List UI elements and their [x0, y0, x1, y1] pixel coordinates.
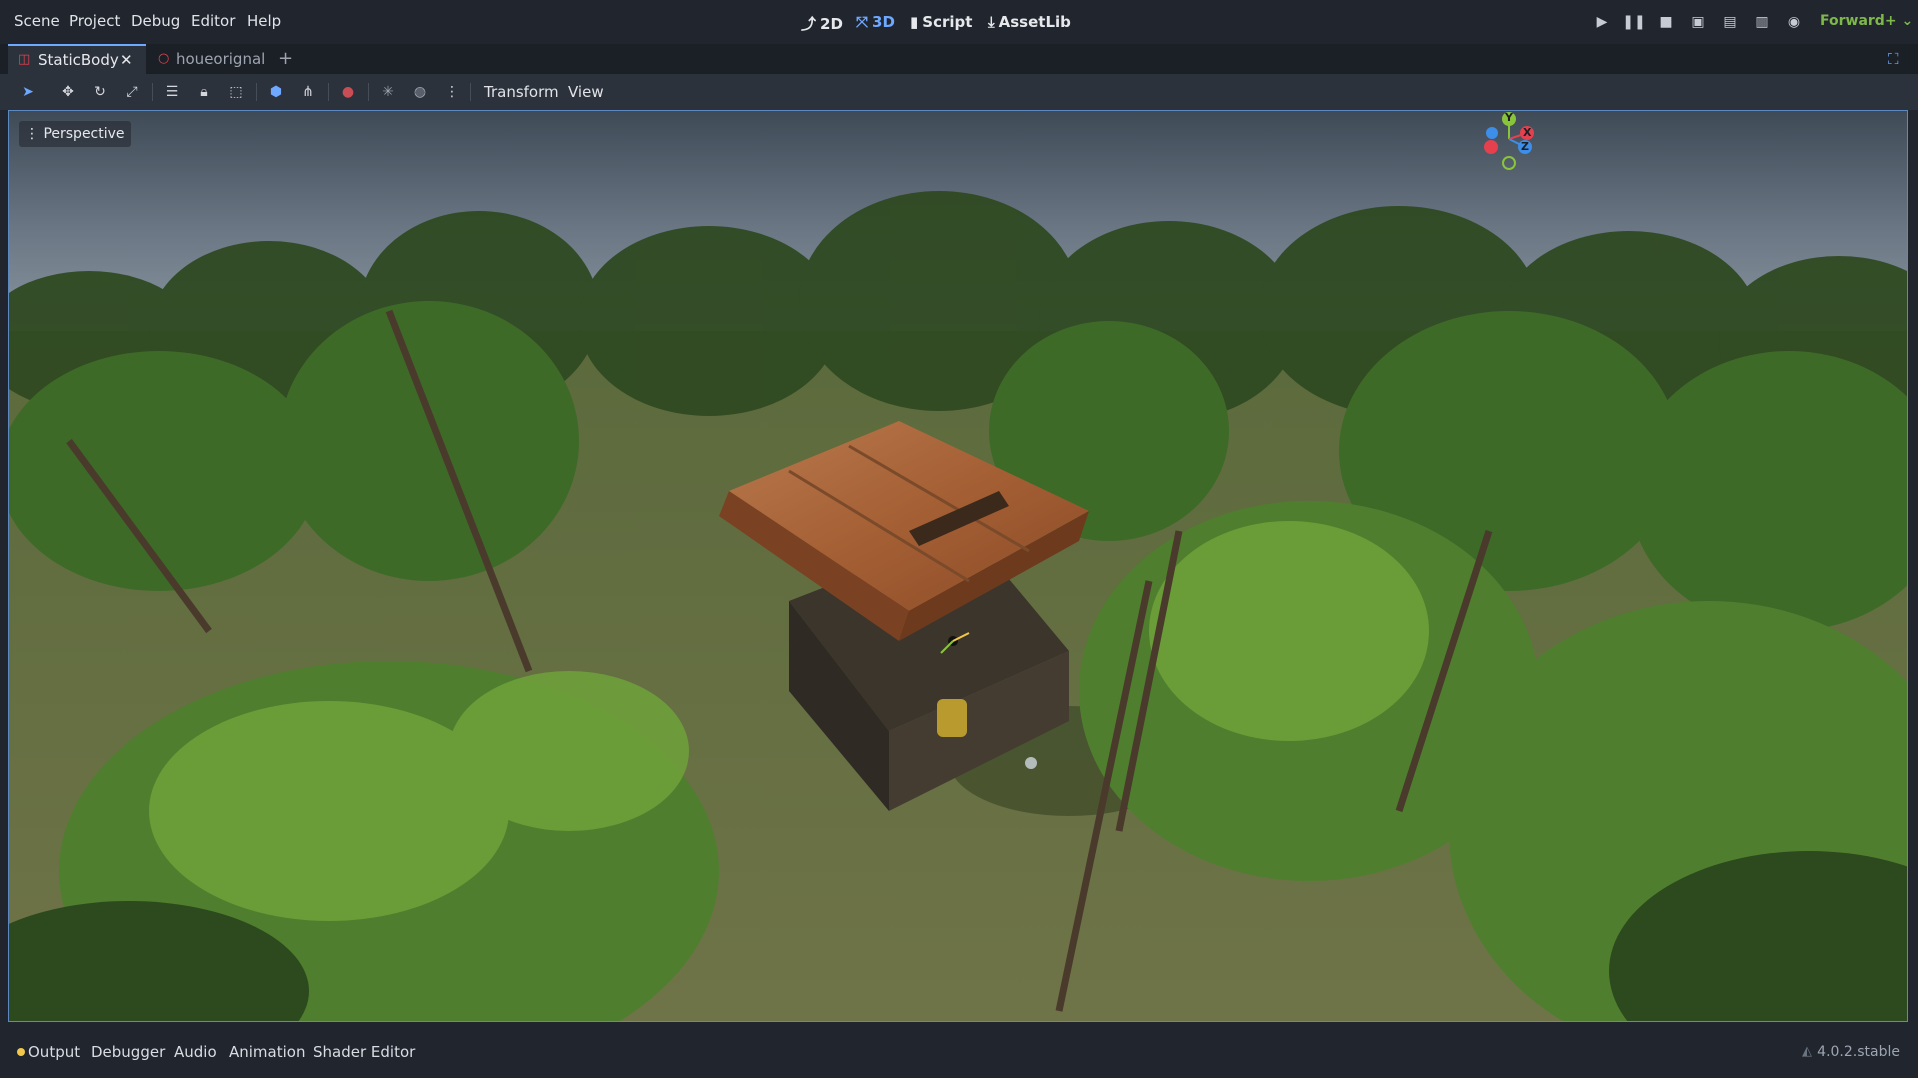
bottom-tab-shader-editor[interactable]: Shader Editor [313, 1043, 415, 1061]
distraction-free-icon[interactable]: ⛶ [1888, 50, 1899, 68]
workspace-assetlib-button[interactable]: ⤓ AssetLib [988, 13, 1071, 31]
transform-menu[interactable]: Transform [484, 83, 559, 101]
move-mode-icon[interactable]: ✥ [56, 80, 80, 104]
tab-houeorignal[interactable]: ○ houeorignal [152, 44, 270, 74]
scene-tab-bar: ◫ StaticBody ✕ ○ houeorignal + ⛶ [0, 44, 1918, 74]
play-scene-icon[interactable]: ▤ [1718, 10, 1742, 34]
bottom-tab-debugger[interactable]: Debugger [91, 1043, 165, 1061]
snap-icon[interactable]: ⋔ [296, 80, 320, 104]
renderer-selector[interactable]: Forward+ ⌄ [1820, 13, 1913, 29]
view-menu[interactable]: View [568, 83, 604, 101]
barrel-model [937, 699, 967, 737]
menu-debug[interactable]: Debug [131, 12, 180, 30]
perspective-menu-button[interactable]: ⋮ Perspective [19, 121, 131, 147]
menu-project[interactable]: Project [69, 12, 120, 30]
rotate-mode-icon[interactable]: ↻ [88, 80, 112, 104]
warning-dot-icon [17, 1048, 25, 1056]
workspace-2d-button[interactable]: ⤴ 2D [801, 13, 843, 34]
chevron-down-icon: ⌄ [1901, 13, 1914, 29]
play-custom-scene-icon[interactable]: ▥ [1750, 10, 1774, 34]
script-icon: ▮ [910, 13, 919, 31]
sun-preview-icon[interactable]: ✳ [376, 80, 400, 104]
menu-help[interactable]: Help [247, 12, 281, 30]
gizmo-label-y: Y [1505, 111, 1513, 124]
close-icon[interactable]: ✕ [120, 46, 133, 74]
version-label: 4.0.2.stable [1817, 1044, 1900, 1060]
more-options-icon: ⋮ [25, 126, 44, 142]
bottom-panel-bar: Output Debugger Audio Animation Shader E… [0, 1030, 1918, 1078]
update-spinner-icon[interactable]: ◭ [1802, 1044, 1812, 1059]
bottom-tab-animation[interactable]: Animation [229, 1043, 305, 1061]
workspace-script-button[interactable]: ▮ Script [910, 13, 972, 31]
3d-icon: ⤧ [856, 13, 869, 31]
select-mode-icon[interactable]: ➤ [16, 80, 40, 104]
assetlib-icon: ⤓ [988, 13, 995, 31]
list-select-icon[interactable]: ☰ [160, 80, 184, 104]
tab-staticbody[interactable]: ◫ StaticBody ✕ [8, 44, 146, 74]
2d-icon: ⤴ [801, 15, 817, 33]
workspace-3d-button[interactable]: ⤧ 3D [856, 13, 895, 31]
environment-preview-icon[interactable]: ◍ [408, 80, 432, 104]
gizmo-label-x: X [1523, 126, 1532, 139]
menu-bar: Scene Project Debug Editor Help ⤴ 2D ⤧ 3D … [0, 0, 1918, 44]
group-icon[interactable]: ⬚ [224, 80, 248, 104]
menu-scene[interactable]: Scene [14, 12, 60, 30]
toolbar-divider [152, 83, 153, 101]
menu-editor[interactable]: Editor [191, 12, 235, 30]
node3d-icon: ○ [158, 51, 170, 66]
more-options-icon[interactable]: ⋮ [440, 80, 464, 104]
lock-icon[interactable]: 🔒︎ [192, 80, 216, 104]
pause-icon[interactable]: ❚❚ [1622, 10, 1646, 34]
3d-viewport[interactable]: ⋮ Perspective Y X Z [8, 110, 1908, 1022]
bottom-tab-audio[interactable]: Audio [174, 1043, 217, 1061]
local-space-icon[interactable]: ⬢ [264, 80, 288, 104]
stop-icon[interactable]: ■ [1654, 10, 1678, 34]
scale-mode-icon[interactable]: ⤢ [120, 80, 144, 104]
remote-debug-icon[interactable]: ▣ [1686, 10, 1710, 34]
bottom-tab-output[interactable]: Output [17, 1043, 80, 1061]
play-icon[interactable]: ▶ [1590, 10, 1614, 34]
toolbar-divider [470, 83, 471, 101]
toolbar-divider [328, 83, 329, 101]
staticbody-icon: ◫ [18, 52, 31, 67]
viewport-toolbar: ➤ ✥ ↻ ⤢ ☰ 🔒︎ ⬚ ⬢ ⋔ ● ✳ ◍ ⋮ Transform Vie… [0, 74, 1918, 110]
toolbar-divider [368, 83, 369, 101]
movie-maker-icon[interactable]: ◉ [1782, 10, 1806, 34]
gizmo-label-z: Z [1521, 140, 1529, 153]
add-tab-icon[interactable]: + [278, 48, 293, 69]
scene-render [9, 111, 1907, 1021]
toolbar-divider [256, 83, 257, 101]
camera-preview-icon[interactable]: ● [336, 80, 360, 104]
